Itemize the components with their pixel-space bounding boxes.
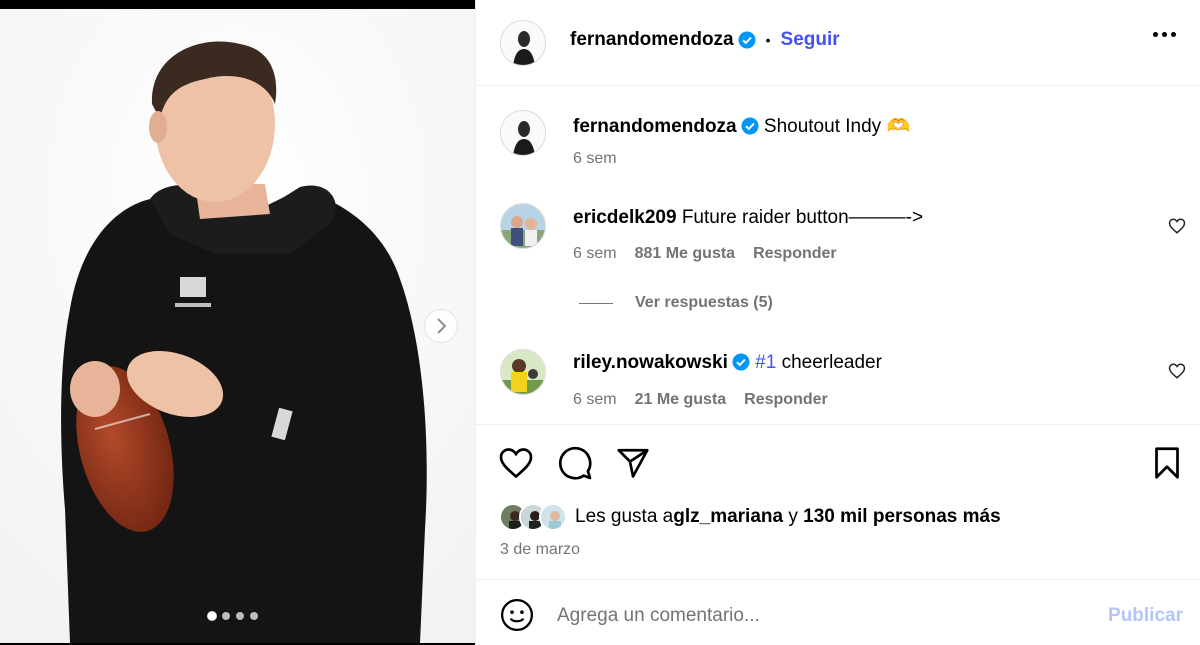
likes-prefix: Les gusta a: [575, 506, 674, 527]
carousel-indicator: [208, 612, 258, 620]
replies-line: [579, 302, 613, 304]
avatar-image: [501, 21, 545, 65]
next-slide-button[interactable]: [424, 309, 458, 343]
comment-input[interactable]: [557, 601, 1077, 631]
chevron-right-icon: [437, 318, 447, 334]
comment-time[interactable]: 6 sem: [573, 245, 617, 263]
more-options-icon[interactable]: [1153, 32, 1176, 37]
post-comment-button[interactable]: Publicar: [1108, 605, 1183, 627]
like-heart-icon[interactable]: [498, 445, 534, 481]
commenter-avatar[interactable]: [500, 349, 546, 395]
post-panel: fernandomendoza • Seguir fernandomendoza…: [475, 0, 1200, 645]
commenter-avatar[interactable]: [500, 203, 546, 249]
comment-composer: Publicar: [476, 581, 1200, 645]
caption-meta: 6 sem: [573, 150, 617, 168]
comment-hashtag[interactable]: #1: [755, 352, 776, 373]
media-top-edge: [0, 0, 475, 9]
comment-meta: 6 sem 21 Me gusta Responder: [573, 391, 828, 409]
carousel-dot-3: [236, 612, 244, 620]
view-replies-label: Ver respuestas (5): [635, 294, 773, 311]
reply-button[interactable]: Responder: [744, 391, 828, 409]
header-separator: •: [765, 32, 771, 48]
likes-first-user[interactable]: glz_mariana: [673, 506, 783, 528]
heart-icon[interactable]: [1168, 362, 1186, 380]
follow-button[interactable]: Seguir: [781, 29, 840, 51]
comment-body: cheerleader: [776, 352, 882, 373]
caption-username[interactable]: fernandomendoza: [573, 116, 737, 137]
caption-text: fernandomendoza Shoutout Indy 🫶: [573, 114, 910, 138]
emoji-icon[interactable]: [500, 598, 534, 632]
header-name-row: fernandomendoza • Seguir: [570, 29, 840, 51]
comment-body: Future raider button———->: [681, 207, 924, 228]
post-header: fernandomendoza • Seguir: [476, 0, 1200, 86]
likes-summary: Les gusta a glz_mariana y 130 mil person…: [499, 503, 1001, 531]
comment-time[interactable]: 6 sem: [573, 391, 617, 409]
post-actions: Les gusta a glz_mariana y 130 mil person…: [476, 424, 1200, 580]
post-photo[interactable]: [0, 9, 475, 643]
comment-icon[interactable]: [557, 445, 593, 481]
comment-username[interactable]: riley.nowakowski: [573, 352, 728, 373]
avatar-image: [501, 204, 545, 248]
post-media: [0, 0, 475, 645]
author-avatar[interactable]: [500, 20, 546, 66]
comment-text: riley.nowakowski #1 cheerleader: [573, 352, 882, 374]
post-date[interactable]: 3 de marzo: [500, 541, 580, 559]
view-replies-button[interactable]: Ver respuestas (5): [579, 294, 773, 312]
avatar-image: [501, 111, 545, 155]
carousel-dot-2: [222, 612, 230, 620]
comment-likes[interactable]: 881 Me gusta: [635, 245, 735, 263]
verified-icon: [738, 31, 756, 49]
verified-icon: [732, 353, 750, 371]
carousel-dot-4: [250, 612, 258, 620]
caption-emoji: 🫶: [886, 116, 911, 137]
avatar-image: [501, 350, 545, 394]
comment-text: ericdelk209 Future raider button———->: [573, 207, 923, 229]
liker-avatars: [499, 503, 567, 531]
comment-meta: 6 sem 881 Me gusta Responder: [573, 245, 837, 263]
comment-username[interactable]: ericdelk209: [573, 207, 677, 228]
author-username[interactable]: fernandomendoza: [570, 29, 734, 51]
verified-icon: [741, 117, 759, 135]
reply-button[interactable]: Responder: [753, 245, 837, 263]
caption-time[interactable]: 6 sem: [573, 150, 617, 168]
bookmark-icon[interactable]: [1149, 445, 1185, 481]
heart-icon[interactable]: [1168, 217, 1186, 235]
likes-others[interactable]: 130 mil personas más: [803, 506, 1001, 528]
caption-avatar[interactable]: [500, 110, 546, 156]
caption-body: Shoutout Indy: [763, 116, 882, 137]
share-icon[interactable]: [615, 445, 651, 481]
comments-section: fernandomendoza Shoutout Indy 🫶 6 sem er…: [476, 86, 1200, 424]
comment-likes[interactable]: 21 Me gusta: [635, 391, 727, 409]
likes-connector: y: [783, 506, 804, 527]
liker-avatar[interactable]: [539, 503, 567, 531]
carousel-dot-1: [208, 612, 216, 620]
